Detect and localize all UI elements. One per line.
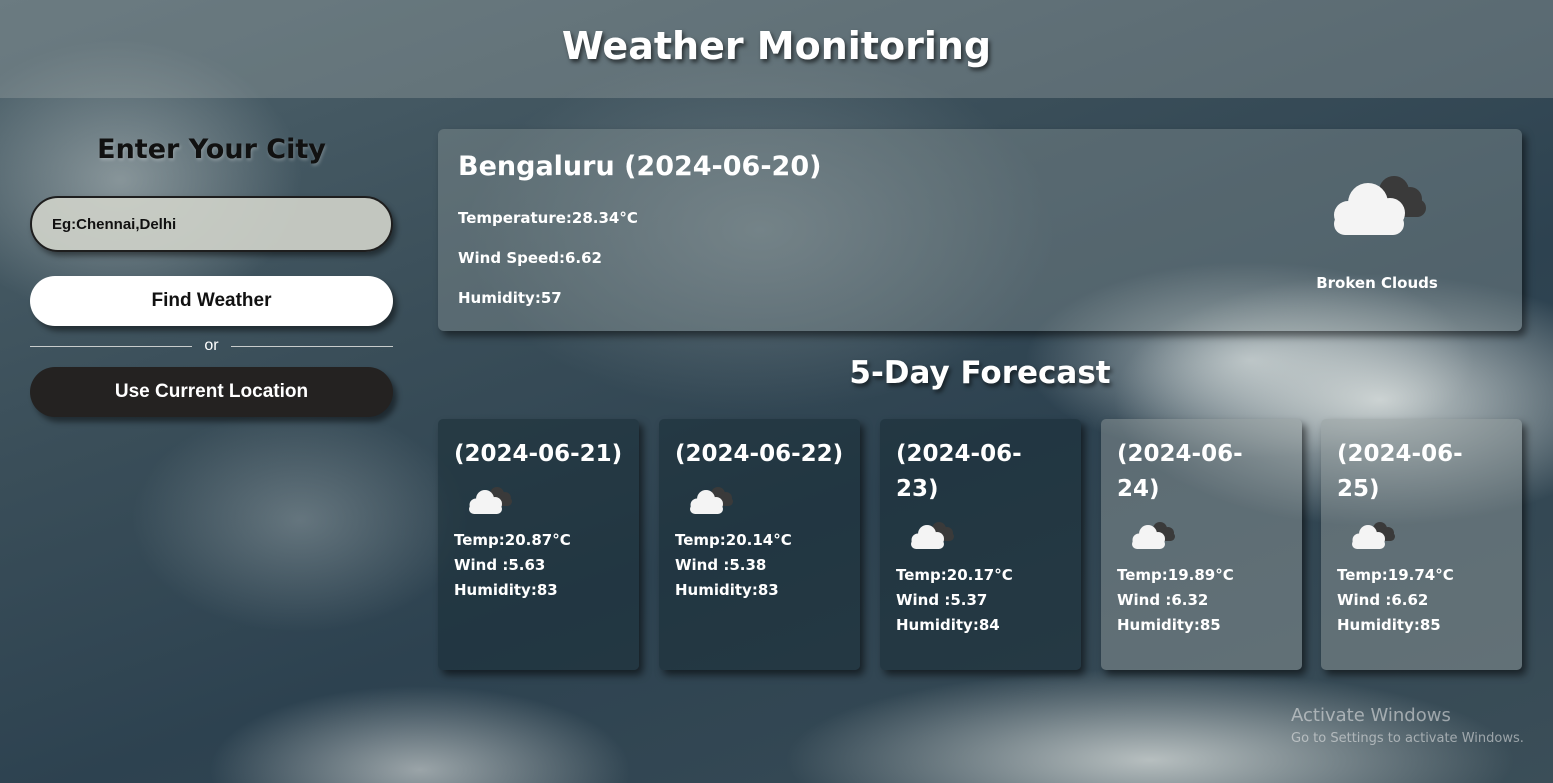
forecast-wind: Wind :5.37 [896, 591, 988, 609]
broken-clouds-icon [1352, 522, 1395, 549]
current-city-title: Bengaluru (2024-06-20) [458, 151, 822, 182]
broken-clouds-icon [1334, 176, 1426, 235]
broken-clouds-icon [911, 522, 954, 549]
forecast-date: (2024-06-21) [454, 441, 623, 467]
forecast-title: 5-Day Forecast [849, 355, 1111, 391]
forecast-date: (2024-06-23) [896, 441, 1022, 502]
forecast-card: (2024-06-24) Temp:19.89°C Wind :6.32 Hum… [1101, 419, 1302, 670]
find-weather-button[interactable]: Find Weather [30, 276, 393, 326]
header-bar: Weather Monitoring [0, 0, 1553, 98]
forecast-temp: Temp:19.89°C [1117, 566, 1234, 584]
current-temperature: Temperature:28.34°C [458, 209, 638, 227]
divider-line-right [231, 346, 393, 347]
app-title: Weather Monitoring [561, 24, 992, 68]
forecast-humidity: Humidity:83 [454, 581, 558, 599]
broken-clouds-icon [1132, 522, 1175, 549]
search-heading: Enter Your City [97, 134, 326, 165]
forecast-card: (2024-06-21) Temp:20.87°C Wind :5.63 Hum… [438, 419, 639, 670]
activate-windows-subtitle: Go to Settings to activate Windows. [1291, 731, 1524, 746]
forecast-card: (2024-06-22) Temp:20.14°C Wind :5.38 Hum… [659, 419, 860, 670]
activate-windows-title: Activate Windows [1291, 705, 1451, 726]
forecast-temp: Temp:19.74°C [1337, 566, 1454, 584]
forecast-date: (2024-06-24) [1117, 441, 1243, 502]
forecast-temp: Temp:20.87°C [454, 531, 571, 549]
forecast-date: (2024-06-25) [1337, 441, 1463, 502]
forecast-date: (2024-06-22) [675, 441, 844, 467]
current-humidity: Humidity:57 [458, 289, 562, 307]
forecast-temp: Temp:20.14°C [675, 531, 792, 549]
forecast-humidity: Humidity:83 [675, 581, 779, 599]
city-input[interactable] [30, 196, 393, 252]
forecast-wind: Wind :6.62 [1337, 591, 1429, 609]
forecast-humidity: Humidity:84 [896, 616, 1000, 634]
current-weather-description: Broken Clouds [1316, 274, 1438, 292]
broken-clouds-icon [469, 487, 512, 514]
forecast-humidity: Humidity:85 [1337, 616, 1441, 634]
forecast-temp: Temp:20.17°C [896, 566, 1013, 584]
forecast-card: (2024-06-25) Temp:19.74°C Wind :6.62 Hum… [1321, 419, 1522, 670]
current-weather-card: Bengaluru (2024-06-20) Temperature:28.34… [438, 129, 1522, 331]
or-divider: or [30, 336, 393, 356]
forecast-card: (2024-06-23) Temp:20.17°C Wind :5.37 Hum… [880, 419, 1081, 670]
forecast-wind: Wind :5.38 [675, 556, 767, 574]
forecast-wind: Wind :5.63 [454, 556, 546, 574]
forecast-wind: Wind :6.32 [1117, 591, 1209, 609]
use-current-location-button[interactable]: Use Current Location [30, 367, 393, 417]
current-wind-speed: Wind Speed:6.62 [458, 249, 602, 267]
forecast-humidity: Humidity:85 [1117, 616, 1221, 634]
broken-clouds-icon [690, 487, 733, 514]
